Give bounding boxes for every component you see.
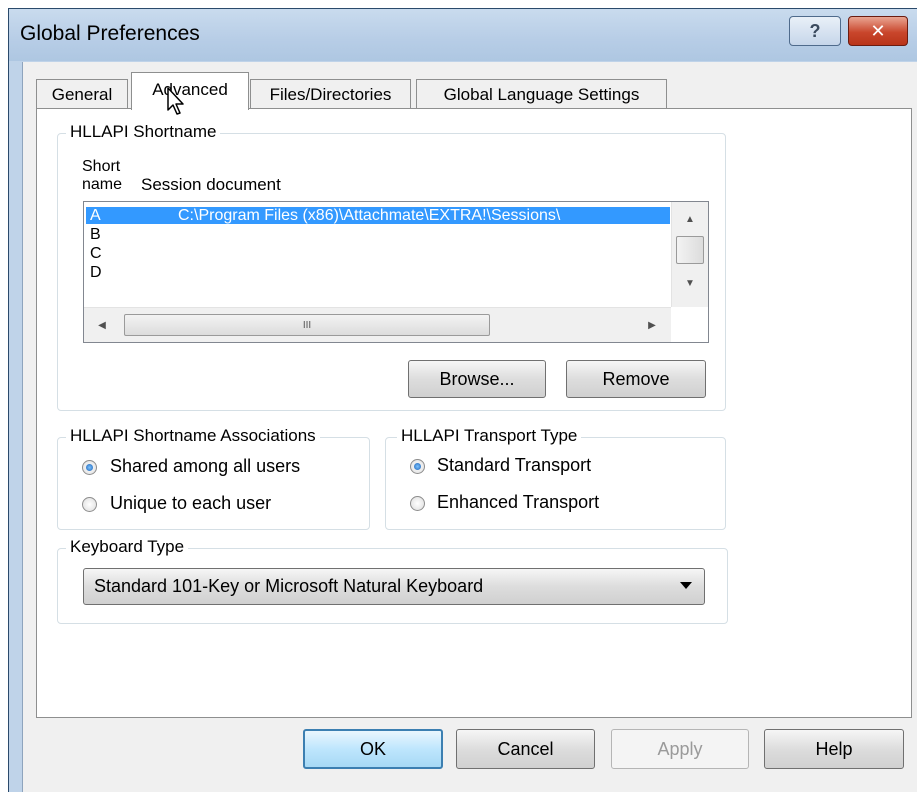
horizontal-scroll-thumb[interactable]: III xyxy=(124,314,490,336)
radio-enhanced-transport[interactable] xyxy=(410,496,425,511)
browse-button-label: Browse... xyxy=(439,368,515,389)
help-caption-button[interactable]: ? xyxy=(789,16,841,46)
close-button[interactable]: ✕ xyxy=(848,16,908,46)
scroll-grip-icon: III xyxy=(302,319,312,331)
tab-global-language-settings-label: Global Language Settings xyxy=(443,84,640,104)
list-item-short: A xyxy=(90,207,101,224)
column-header-session-document: Session document xyxy=(141,175,281,194)
radio-standard-transport-label[interactable]: Standard Transport xyxy=(437,455,591,476)
scroll-right-arrow-icon[interactable]: ▶ xyxy=(640,314,664,336)
hllapi-shortname-legend: HLLAPI Shortname xyxy=(66,122,221,142)
ok-button-label: OK xyxy=(359,738,386,759)
transport-type-legend: HLLAPI Transport Type xyxy=(397,426,582,446)
shortname-associations-group xyxy=(57,437,370,530)
apply-button[interactable]: Apply xyxy=(611,729,749,769)
close-icon: ✕ xyxy=(870,20,886,41)
shortname-associations-legend: HLLAPI Shortname Associations xyxy=(66,426,320,446)
browse-button[interactable]: Browse... xyxy=(408,360,546,398)
tab-global-language-settings[interactable]: Global Language Settings xyxy=(416,79,667,109)
list-item[interactable]: A C:\Program Files (x86)\Attachmate\EXTR… xyxy=(86,207,670,224)
list-item-short: C xyxy=(90,245,102,262)
keyboard-type-legend: Keyboard Type xyxy=(66,537,189,557)
tab-advanced[interactable]: Advanced xyxy=(131,72,249,110)
radio-enhanced-transport-label[interactable]: Enhanced Transport xyxy=(437,492,599,513)
scroll-left-arrow-icon[interactable]: ◀ xyxy=(90,314,114,336)
tab-advanced-label: Advanced xyxy=(152,80,228,99)
window-title: Global Preferences xyxy=(20,22,200,45)
column-header-short-line1: Short xyxy=(82,158,121,175)
tab-general-label: General xyxy=(51,84,113,104)
apply-button-label: Apply xyxy=(657,738,703,759)
radio-unique-to-each-user[interactable] xyxy=(82,497,97,512)
shortname-listbox[interactable]: A C:\Program Files (x86)\Attachmate\EXTR… xyxy=(83,201,709,343)
chevron-down-icon[interactable] xyxy=(680,582,692,589)
mouse-cursor-icon xyxy=(167,87,184,115)
tab-general[interactable]: General xyxy=(36,79,128,109)
keyboard-type-select[interactable]: Standard 101-Key or Microsoft Natural Ke… xyxy=(83,568,705,605)
list-item-doc: C:\Program Files (x86)\Attachmate\EXTRA!… xyxy=(178,207,561,224)
list-item-short: B xyxy=(90,226,101,243)
remove-button[interactable]: Remove xyxy=(566,360,706,398)
keyboard-type-value: Standard 101-Key or Microsoft Natural Ke… xyxy=(94,576,484,596)
radio-unique-label[interactable]: Unique to each user xyxy=(110,493,271,514)
transport-type-group xyxy=(385,437,726,530)
ok-button[interactable]: OK xyxy=(303,729,443,769)
help-button-label: Help xyxy=(815,738,853,759)
tab-files-directories-label: Files/Directories xyxy=(269,84,392,104)
vertical-scroll-thumb[interactable] xyxy=(676,236,704,264)
column-header-short-line2: name xyxy=(82,176,123,193)
vertical-scrollbar[interactable]: ▲ ▼ xyxy=(671,202,708,307)
horizontal-scrollbar[interactable]: ◀ III ▶ xyxy=(84,307,671,342)
cancel-button[interactable]: Cancel xyxy=(456,729,595,769)
cancel-button-label: Cancel xyxy=(497,738,554,759)
remove-button-label: Remove xyxy=(602,368,670,389)
tab-files-directories[interactable]: Files/Directories xyxy=(250,79,411,109)
radio-standard-transport[interactable] xyxy=(410,459,425,474)
help-button[interactable]: Help xyxy=(764,729,904,769)
radio-shared-label[interactable]: Shared among all users xyxy=(110,456,300,477)
radio-shared-among-all-users[interactable] xyxy=(82,460,97,475)
question-icon: ? xyxy=(809,20,821,41)
scroll-down-arrow-icon[interactable]: ▼ xyxy=(676,272,704,294)
list-item-short: D xyxy=(90,264,102,281)
scroll-up-arrow-icon[interactable]: ▲ xyxy=(676,208,704,230)
